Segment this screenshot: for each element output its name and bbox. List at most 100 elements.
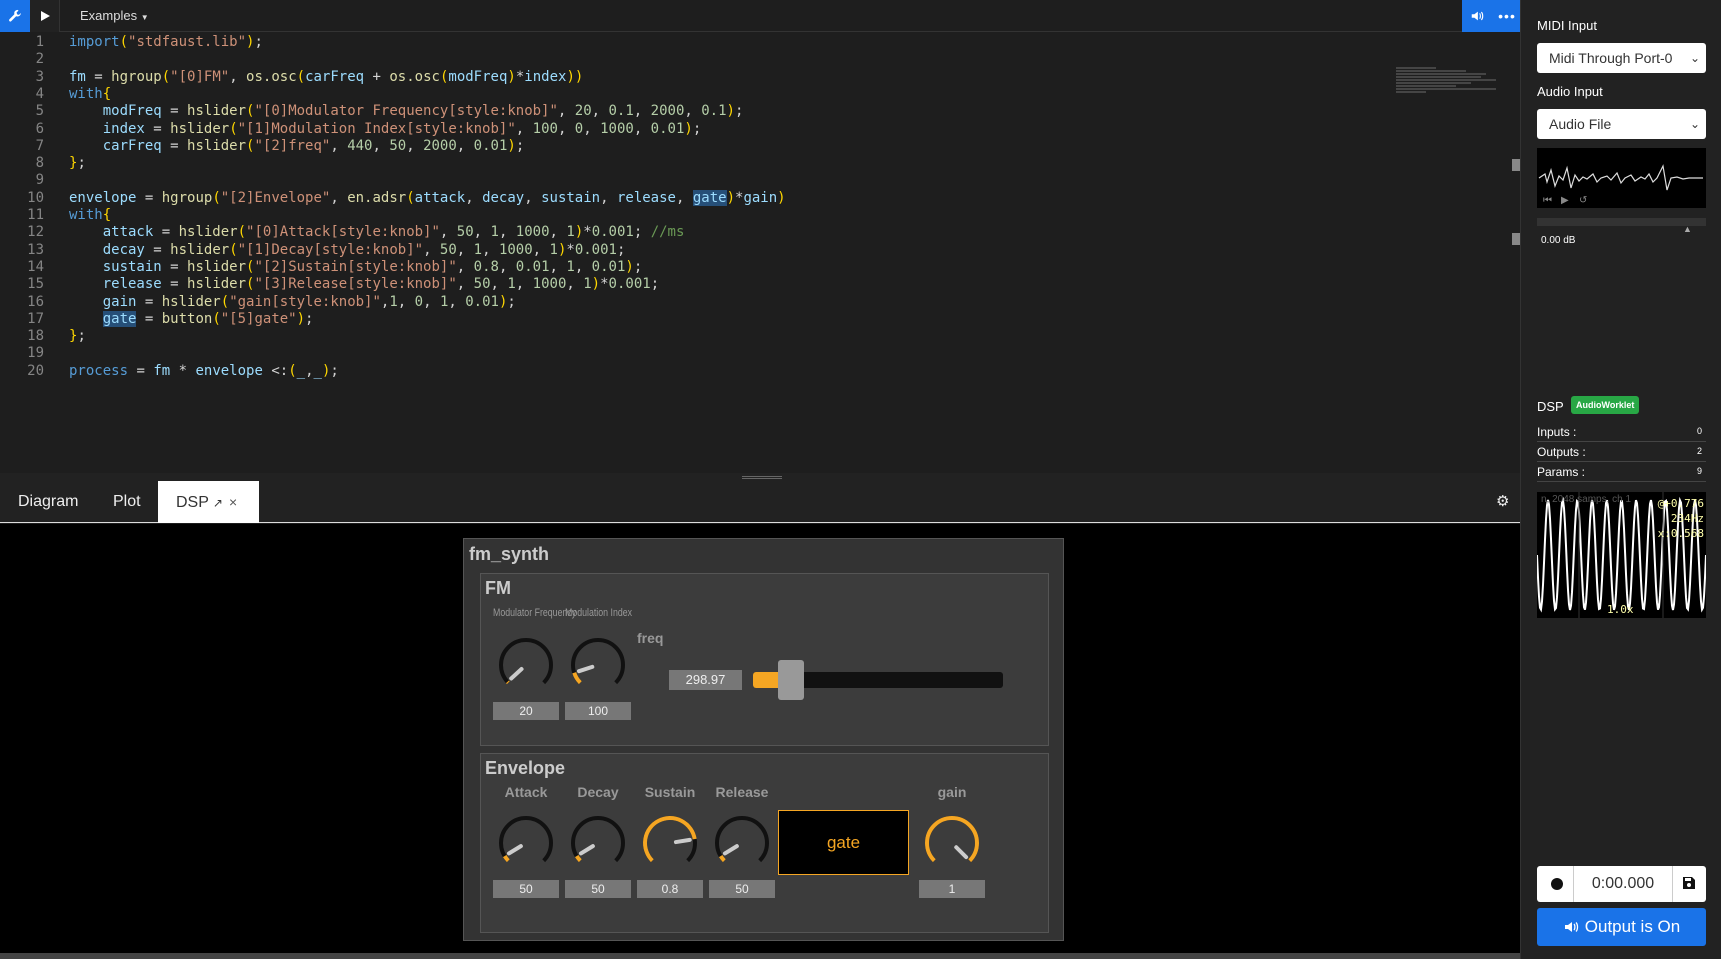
minimap-line [1396, 82, 1471, 84]
line-number: 16 [27, 293, 44, 310]
inputs-label: Inputs : [1537, 425, 1577, 439]
gain-knob[interactable] [923, 814, 981, 872]
minimap-line [1396, 91, 1426, 93]
attack-label: Attack [504, 784, 548, 800]
outputs-label: Outputs : [1537, 445, 1586, 459]
more-icon[interactable]: ••• [1492, 0, 1522, 32]
minimap[interactable] [1396, 67, 1506, 107]
gain-label: gain [937, 784, 967, 800]
outputs-row: Outputs : 2 [1537, 442, 1706, 462]
freq-label: freq [637, 630, 664, 646]
scope-amp: @+0.776 [1657, 497, 1704, 510]
line-number: 17 [27, 310, 44, 327]
code-text: decay = hslider("[1]Decay[style:knob]", … [102, 241, 626, 258]
tab-dsp[interactable]: DSP ↗ × [158, 481, 259, 523]
line-number: 20 [27, 362, 44, 379]
dsp-ui-root: fm_synth FM Modulator Frequency Modulati… [463, 538, 1064, 941]
code-text: with{ [69, 207, 112, 223]
speaker-icon [1564, 922, 1578, 932]
output-toggle-button[interactable]: Output is On [1537, 908, 1706, 946]
mod-index-knob[interactable] [569, 636, 627, 694]
minimap-line [1396, 85, 1456, 87]
inputs-value: 0 [1696, 426, 1702, 436]
close-icon[interactable]: × [229, 494, 237, 510]
inputs-row: Inputs : 0 [1537, 422, 1706, 442]
wrench-icon[interactable] [0, 0, 30, 32]
midi-input-select[interactable]: Midi Through Port-0 ⌄ [1537, 43, 1706, 73]
audioworklet-badge: AudioWorklet [1571, 396, 1640, 414]
code-text: gate = button("[5]gate"); [102, 310, 314, 327]
pane-splitter[interactable] [0, 473, 1520, 481]
minimap-line [1396, 73, 1486, 75]
line-number: 12 [27, 224, 44, 241]
volume-readout: 0.00 dB [1541, 235, 1576, 246]
minimap-line [1396, 79, 1496, 81]
skip-back-icon[interactable]: ⏮ [1543, 195, 1552, 206]
speaker-icon[interactable] [1462, 0, 1492, 32]
scope-readout: @+0.776 234Hz x:0.568 [1658, 496, 1704, 541]
external-link-icon[interactable]: ↗ [213, 496, 223, 510]
gate-button[interactable]: gate [778, 810, 909, 875]
chevron-down-icon: ⌄ [1689, 51, 1700, 65]
tab-bar: Diagram Plot DSP ↗ × ⚙ [0, 481, 1520, 523]
record-time: 0:00.000 [1573, 866, 1673, 902]
sustain-label: Sustain [644, 784, 696, 800]
minimap-line [1396, 76, 1481, 78]
freq-slider-thumb[interactable] [777, 660, 804, 700]
release-knob[interactable] [713, 814, 771, 872]
chevron-down-icon: ⌄ [1689, 117, 1700, 131]
attack-knob[interactable] [497, 814, 555, 872]
code-text: }; [69, 155, 86, 172]
attack-value[interactable]: 50 [493, 880, 559, 898]
record-icon[interactable] [1551, 878, 1563, 890]
oscilloscope[interactable]: n, 2048 samps, ch 1 @+0.776 234Hz x:0.56… [1536, 492, 1707, 618]
line-number: 6 [35, 120, 44, 137]
sustain-knob[interactable] [641, 814, 699, 872]
decay-label: Decay [577, 784, 619, 800]
play-icon[interactable] [30, 0, 60, 32]
examples-dropdown[interactable]: Examples ▼ [70, 0, 159, 32]
mod-freq-value[interactable]: 20 [493, 702, 559, 720]
splitter-handle[interactable] [742, 476, 782, 479]
release-value[interactable]: 50 [709, 880, 775, 898]
tab-dsp-label: DSP [176, 494, 209, 511]
line-number: 15 [27, 276, 44, 293]
mod-index-value[interactable]: 100 [565, 702, 631, 720]
volume-slider-thumb[interactable]: ▲ [1683, 224, 1692, 234]
code-text: fm = hgroup("[0]FM", os.osc(carFreq + os… [69, 68, 584, 85]
code-text: envelope = hgroup("[2]Envelope", en.adsr… [69, 189, 786, 206]
mod-index-label: Modulation Index [565, 607, 633, 619]
params-label: Params : [1537, 465, 1586, 479]
code-text: modFreq = hslider("[0]Modulator Frequenc… [102, 103, 744, 120]
right-sidebar: MIDI Input Midi Through Port-0 ⌄ Audio In… [1520, 0, 1721, 959]
decay-value[interactable]: 50 [565, 880, 631, 898]
tab-diagram[interactable]: Diagram [0, 481, 96, 523]
outputs-value: 2 [1696, 446, 1702, 456]
audio-file-waveform[interactable]: ⏮ ▶ ↺ [1537, 148, 1706, 208]
code-text: gain = hslider("gain[style:knob]",1, 0, … [102, 293, 516, 310]
play-icon[interactable]: ▶ [1561, 195, 1569, 206]
save-icon[interactable] [1682, 876, 1696, 890]
line-number: 11 [27, 207, 44, 223]
top-toolbar: Examples ▼ ••• [0, 0, 1522, 32]
code-editor[interactable]: 1 import("stdfaust.lib"); 2 3 fm = hgroup("[… [0, 33, 1520, 473]
midi-input-label: MIDI Input [1537, 18, 1597, 33]
sustain-value[interactable]: 0.8 [637, 880, 703, 898]
midi-input-value: Midi Through Port-0 [1549, 50, 1673, 66]
code-text: import("stdfaust.lib"); [69, 34, 263, 50]
decay-knob[interactable] [569, 814, 627, 872]
gear-icon[interactable]: ⚙ [1496, 481, 1509, 523]
volume-slider[interactable] [1537, 218, 1706, 226]
tab-plot[interactable]: Plot [95, 481, 159, 523]
minimap-line [1396, 88, 1496, 90]
release-label: Release [715, 784, 769, 800]
loop-icon[interactable]: ↺ [1579, 195, 1587, 206]
line-number: 3 [35, 68, 44, 85]
line-number: 13 [27, 241, 44, 258]
gain-value[interactable]: 1 [919, 880, 985, 898]
mod-freq-knob[interactable] [497, 636, 555, 694]
audio-input-select[interactable]: Audio File ⌄ [1537, 109, 1706, 139]
scope-x: x:0.568 [1657, 527, 1704, 540]
output-label: Output is On [1584, 917, 1681, 936]
freq-value[interactable]: 298.97 [669, 670, 742, 690]
